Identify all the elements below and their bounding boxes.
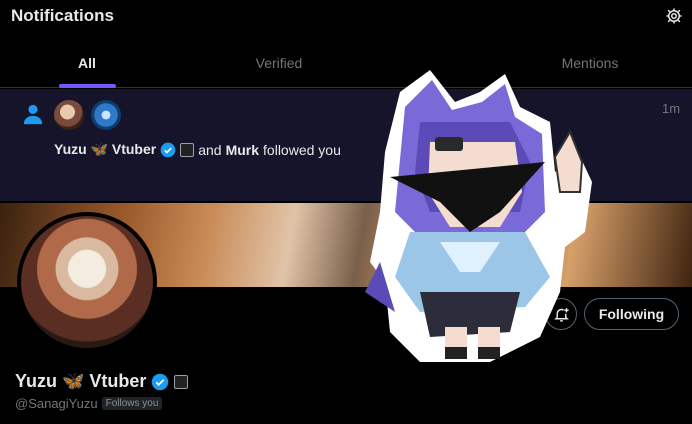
verified-badge-icon <box>152 373 169 390</box>
profile-handle-row: @SanagiYuzu Follows you <box>15 396 163 411</box>
page-title: Notifications <box>11 6 114 25</box>
profile-avatar[interactable] <box>21 216 153 348</box>
profile-handle: @SanagiYuzu <box>15 396 98 411</box>
user-name[interactable]: Yuzu 🦋 Vtuber <box>54 141 156 158</box>
connector-text: and <box>198 141 222 158</box>
follows-you-badge: Follows you <box>101 397 163 410</box>
gear-icon[interactable] <box>665 7 683 25</box>
header: Notifications <box>0 0 692 34</box>
person-icon <box>23 104 43 125</box>
avatar[interactable] <box>91 100 121 130</box>
profile-name: Yuzu 🦋 Vtuber <box>15 371 147 391</box>
action-text: followed you <box>263 141 341 158</box>
chibi-sticker-image <box>365 70 592 362</box>
verified-badge-icon <box>160 142 176 157</box>
tab-verified[interactable]: Verified <box>238 40 320 88</box>
following-button[interactable]: Following <box>584 298 679 330</box>
user-name[interactable]: Murk <box>226 142 259 158</box>
active-tab-indicator <box>59 84 116 88</box>
affiliate-badge-icon <box>174 374 189 389</box>
profile-name-row: Yuzu 🦋 Vtuber <box>15 371 189 392</box>
affiliate-badge-icon <box>180 142 195 157</box>
timestamp: 1m <box>662 101 681 116</box>
notification-text: Yuzu 🦋 Vtuber and Murk followed you <box>54 141 341 158</box>
tab-all[interactable]: All <box>57 40 117 88</box>
avatar[interactable] <box>54 100 84 130</box>
